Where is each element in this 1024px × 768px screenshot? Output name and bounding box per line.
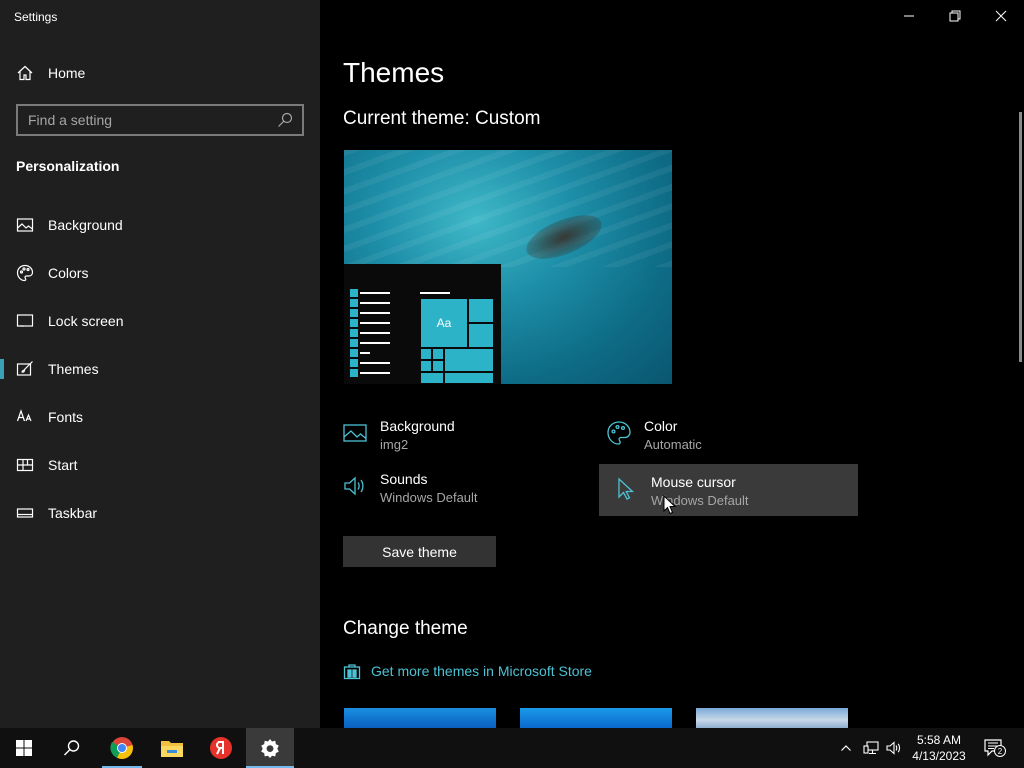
chrome-icon	[110, 737, 133, 759]
close-button[interactable]	[978, 0, 1024, 32]
preview-tile-aa: Aa	[420, 298, 468, 348]
theme-thumbnail[interactable]	[520, 708, 672, 728]
taskbar-chrome[interactable]	[98, 728, 146, 768]
window-controls	[886, 0, 1024, 32]
sounds-property-name: Sounds	[380, 471, 428, 487]
microsoft-store-link[interactable]: Get more themes in Microsoft Store	[343, 662, 592, 680]
windows-logo-icon	[16, 740, 32, 756]
tray-network-button[interactable]	[860, 728, 882, 768]
sidebar-item-start[interactable]: Start	[0, 441, 320, 489]
start-button[interactable]	[0, 728, 48, 768]
home-label: Home	[48, 65, 86, 81]
background-property[interactable]: Background img2	[342, 416, 455, 454]
preview-start-menu: Aa	[344, 264, 501, 384]
background-property-value: img2	[380, 437, 409, 452]
notification-count: 2	[998, 747, 1003, 756]
network-icon	[863, 741, 879, 755]
lock-screen-icon	[16, 312, 34, 330]
search-icon[interactable]	[276, 111, 294, 129]
sidebar-item-background[interactable]: Background	[0, 201, 320, 249]
clock-date: 4/13/2023	[912, 749, 966, 763]
mouse-pointer-icon	[613, 476, 639, 502]
sidebar-item-label: Lock screen	[48, 313, 124, 329]
sidebar-item-label: Fonts	[48, 409, 84, 425]
store-link-label: Get more themes in Microsoft Store	[371, 663, 592, 679]
speaker-icon	[342, 473, 368, 499]
page-title: Themes	[343, 57, 445, 88]
save-theme-button[interactable]: Save theme	[343, 536, 496, 567]
sidebar-item-label: Colors	[48, 265, 89, 281]
clock-time: 5:58 AM	[916, 733, 962, 747]
picture-icon	[342, 420, 368, 446]
scrollbar[interactable]	[1019, 112, 1022, 362]
restore-button[interactable]	[932, 0, 978, 32]
mouse-cursor-property[interactable]: Mouse cursor Windows Default	[599, 464, 858, 516]
sidebar-item-lock-screen[interactable]: Lock screen	[0, 297, 320, 345]
fonts-icon	[16, 408, 34, 426]
mouse-pointer-icon	[663, 495, 677, 515]
minimize-icon	[904, 15, 914, 17]
sidebar-item-label: Background	[48, 217, 123, 233]
color-property-value: Automatic	[644, 437, 702, 452]
home-nav-item[interactable]: Home	[16, 62, 85, 84]
preview-water-ripple	[344, 150, 672, 267]
sidebar-nav: Background Colors Lock screen Themes Fon…	[0, 201, 320, 537]
mouse-cursor-property-name: Mouse cursor	[651, 474, 736, 490]
taskbar: 5:58 AM 4/13/2023 2	[0, 728, 1024, 768]
sidebar-item-taskbar[interactable]: Taskbar	[0, 489, 320, 537]
file-explorer-icon	[161, 741, 183, 757]
taskbar-settings[interactable]	[246, 728, 294, 768]
search-box[interactable]	[16, 104, 304, 136]
sidebar-item-label: Start	[48, 457, 78, 473]
start-icon	[16, 456, 34, 474]
theme-thumbnail[interactable]	[344, 708, 496, 728]
theme-thumbnail[interactable]	[696, 708, 848, 728]
taskbar-file-explorer[interactable]	[148, 728, 196, 768]
palette-icon	[606, 420, 632, 446]
sounds-property[interactable]: Sounds Windows Default	[342, 469, 478, 507]
chevron-up-icon	[841, 745, 851, 751]
home-icon	[16, 64, 34, 82]
sounds-property-value: Windows Default	[380, 490, 478, 505]
color-property[interactable]: Color Automatic	[606, 416, 702, 454]
theme-preview: Aa	[344, 150, 672, 384]
tray-chevron-button[interactable]	[836, 728, 856, 768]
preview-tiles: Aa	[420, 298, 494, 384]
sidebar-item-colors[interactable]: Colors	[0, 249, 320, 297]
taskbar-icon	[16, 504, 34, 522]
themes-icon	[16, 360, 34, 378]
section-title: Personalization	[16, 158, 120, 174]
search-icon	[64, 740, 80, 756]
action-center-button[interactable]: 2	[980, 728, 1010, 768]
preview-app-list	[350, 289, 390, 382]
minimize-button[interactable]	[886, 0, 932, 32]
tray-clock[interactable]: 5:58 AM 4/13/2023	[900, 732, 978, 764]
background-property-name: Background	[380, 418, 455, 434]
taskbar-search-button[interactable]	[48, 728, 96, 768]
palette-icon	[16, 264, 34, 282]
preview-topline	[420, 292, 450, 294]
sidebar-item-themes[interactable]: Themes	[0, 345, 320, 393]
change-theme-title: Change theme	[343, 618, 468, 639]
taskbar-yandex-browser[interactable]	[197, 728, 245, 768]
theme-properties: Background img2 Color Automatic Sounds W…	[342, 416, 902, 520]
current-theme-title: Current theme: Custom	[343, 108, 541, 129]
sidebar-item-label: Themes	[48, 361, 99, 377]
sidebar-item-label: Taskbar	[48, 505, 98, 521]
close-icon	[995, 10, 1007, 22]
store-bag-icon	[343, 662, 361, 680]
sidebar: Settings Home Personalization Background…	[0, 0, 320, 728]
picture-icon	[16, 216, 34, 234]
main-content: Themes Current theme: Custom Aa Backgrou…	[320, 0, 1024, 728]
settings-icon	[261, 739, 279, 758]
app-title: Settings	[14, 10, 58, 24]
notification-icon: 2	[984, 739, 1006, 757]
search-input[interactable]	[28, 112, 276, 128]
restore-icon	[949, 10, 961, 22]
color-property-name: Color	[644, 418, 678, 434]
sidebar-item-fonts[interactable]: Fonts	[0, 393, 320, 441]
yandex-icon	[210, 737, 232, 759]
